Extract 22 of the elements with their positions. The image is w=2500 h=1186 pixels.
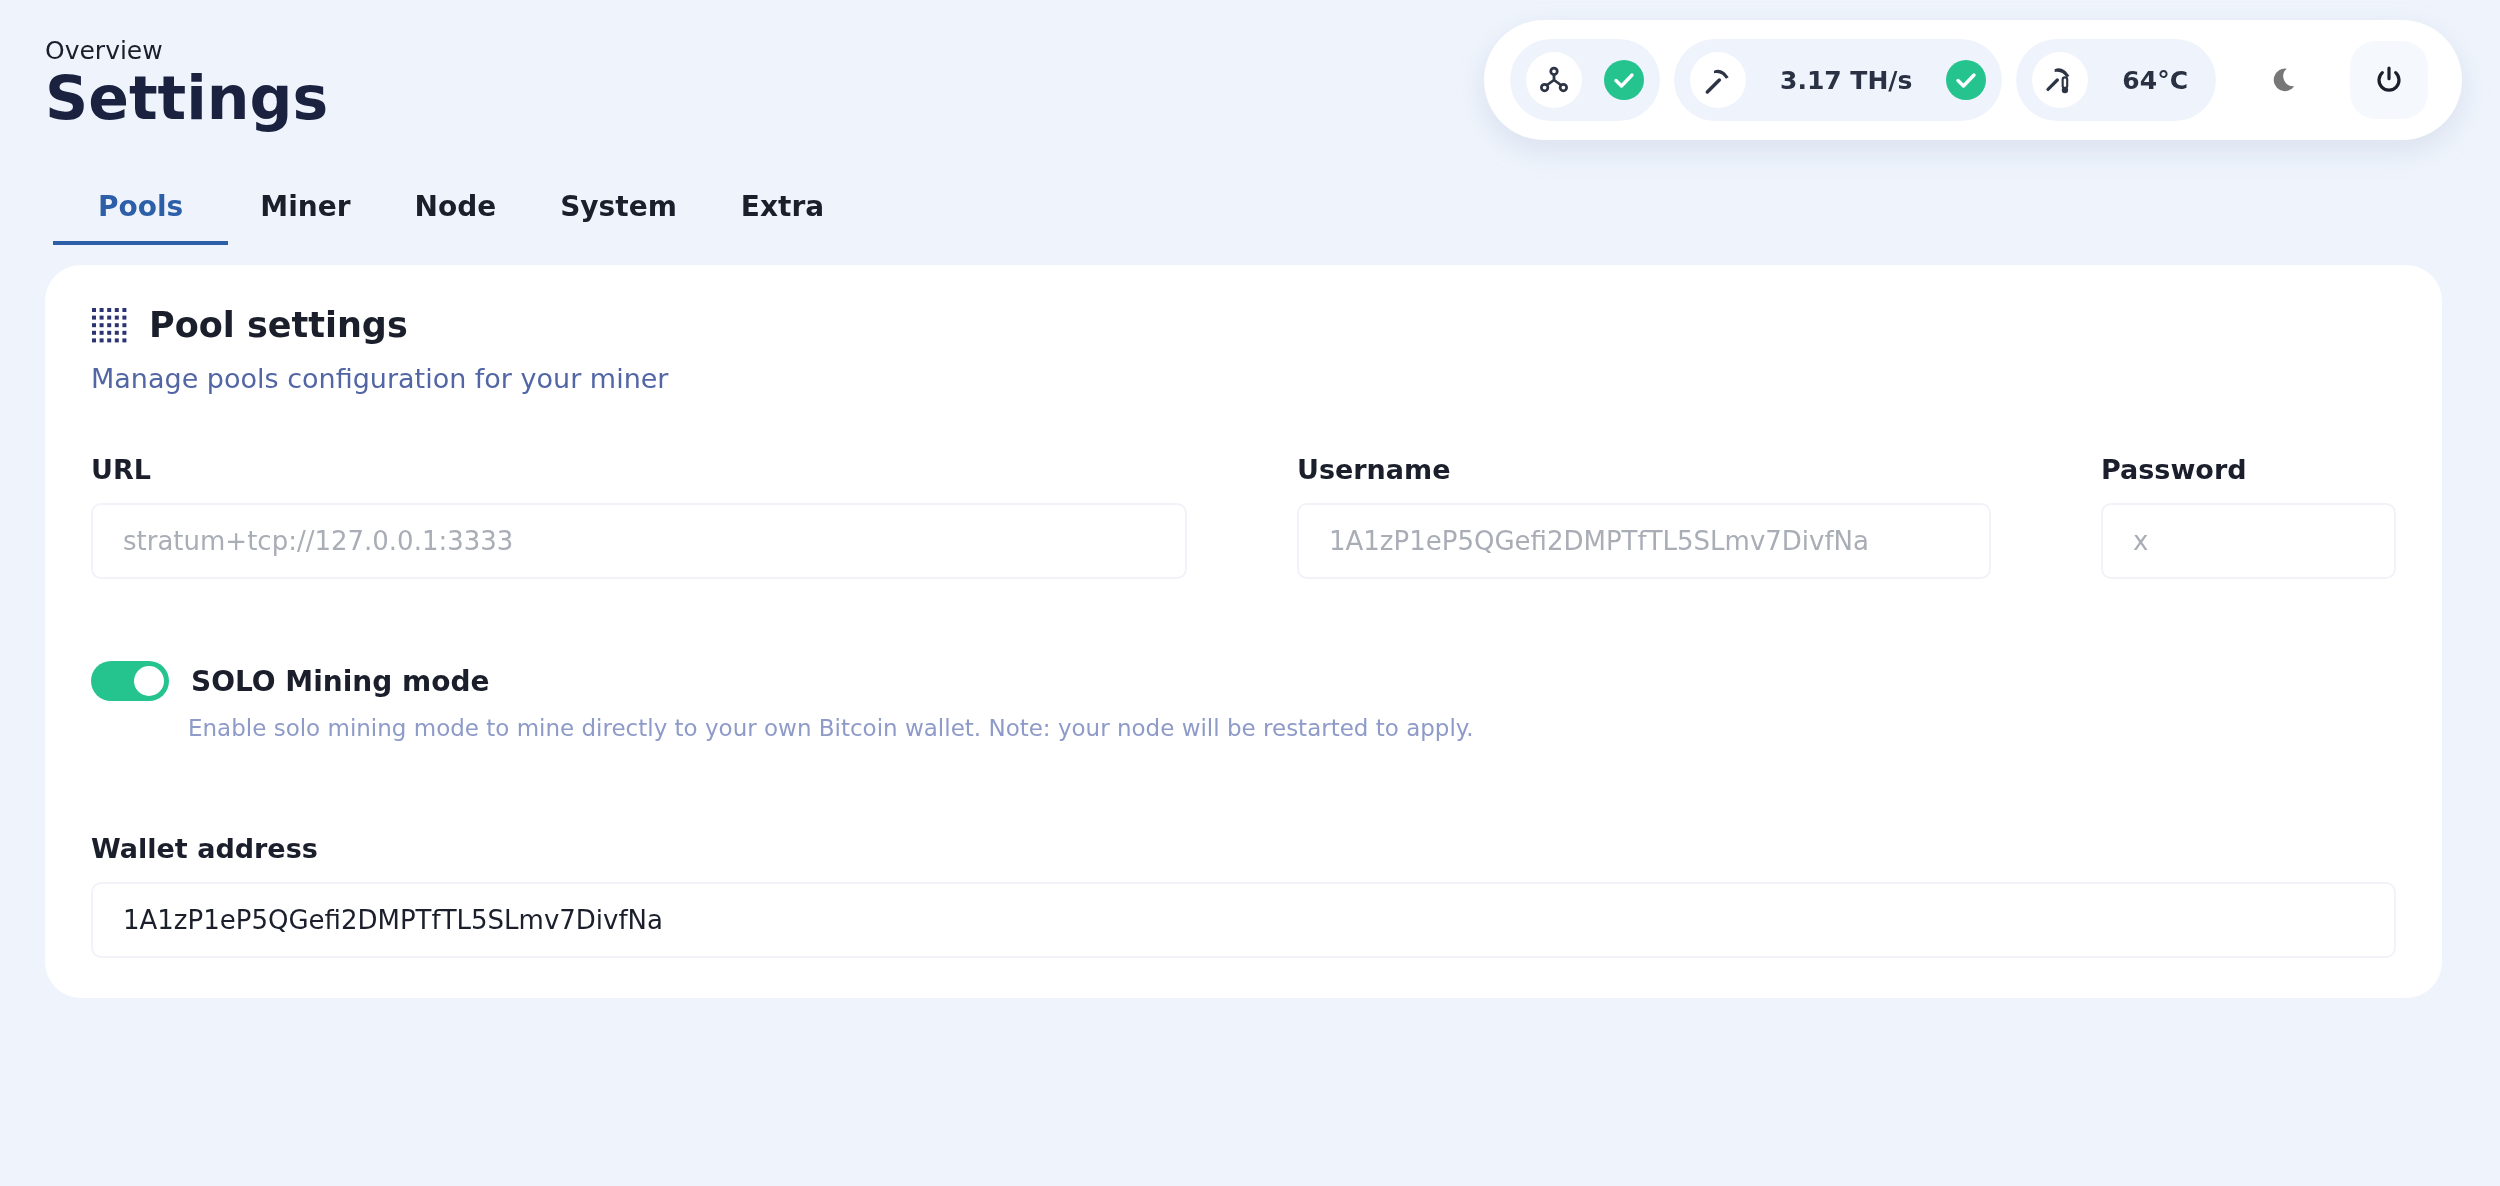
toggle-description: Enable solo mining mode to mine directly to your own Bitcoin wallet. Note: your node will be restarted to apply. [188,715,1475,741]
field-label: Wallet address [91,833,319,864]
toggle-label: SOLO Mining mode [191,664,490,698]
input-field[interactable]: 1A1zP1eP5QGefi2DMPTfTL5SLmv7DivfNa [91,882,2396,958]
network-icon [1539,65,1569,95]
tab[interactable]: Extra [708,176,857,245]
tab[interactable]: Node [382,176,529,245]
card-title: Pool settings [149,305,408,345]
tab[interactable]: Pools [53,176,229,245]
power-button[interactable] [2350,41,2428,119]
toggle-switch[interactable] [91,661,169,701]
tab[interactable]: Miner [228,176,383,245]
field-label: Username [1297,454,1452,485]
page-title: Settings [45,65,329,131]
tab[interactable]: System [528,176,709,245]
card-subtitle: Manage pools configuration for your miner [91,363,670,394]
status-value: 3.17 TH/s [1779,65,1914,95]
breadcrumb: Overview [45,36,164,65]
grid-dots-icon [91,307,127,343]
status-value: 64°C [2121,65,2189,95]
field-label: URL [91,454,152,485]
field-label: Password [2101,454,2248,485]
